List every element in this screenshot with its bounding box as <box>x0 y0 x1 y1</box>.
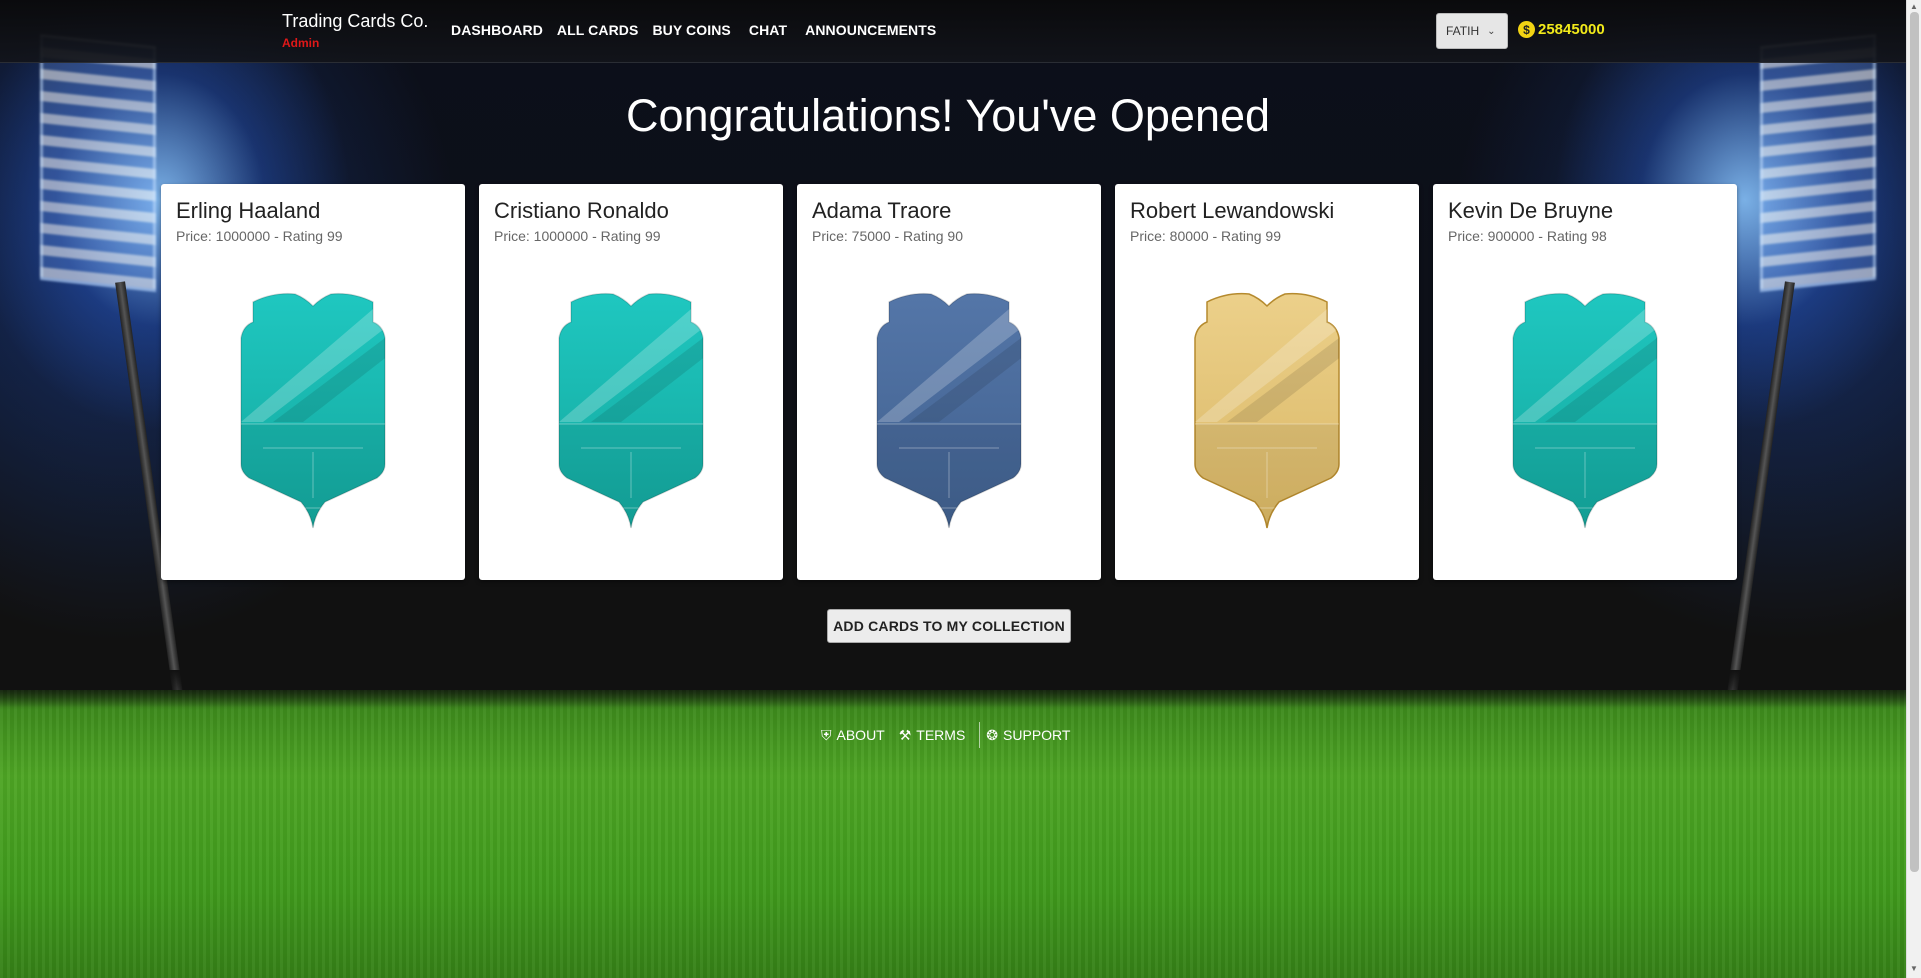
coin-balance: $ 25845000 <box>1518 21 1605 38</box>
player-price-rating: Price: 900000 - Rating 98 <box>1448 228 1607 244</box>
nav-chat[interactable]: CHAT <box>749 22 787 38</box>
player-card[interactable]: Erling Haaland Price: 1000000 - Rating 9… <box>161 184 465 580</box>
vertical-scrollbar[interactable]: ▲ ▼ <box>1906 0 1921 978</box>
gavel-icon: ⚒ <box>898 726 912 743</box>
stadium-light-right <box>1760 33 1876 293</box>
admin-badge: Admin <box>282 36 320 50</box>
page-background: Trading Cards Co. Admin DASHBOARD ALL CA… <box>0 0 1906 978</box>
nav-buy-coins[interactable]: BUY COINS <box>652 22 730 38</box>
player-card[interactable]: Kevin De Bruyne Price: 900000 - Rating 9… <box>1433 184 1737 580</box>
player-price-rating: Price: 1000000 - Rating 99 <box>494 228 661 244</box>
player-name: Robert Lewandowski <box>1130 198 1335 223</box>
page-title: Congratulations! You've Opened <box>625 90 1271 141</box>
chevron-down-icon: ⌄ <box>1487 25 1496 37</box>
nav-all-cards[interactable]: ALL CARDS <box>557 22 639 38</box>
footer-about-label: ABOUT <box>836 727 885 743</box>
scroll-down-icon[interactable]: ▼ <box>1910 964 1918 973</box>
card-art <box>558 292 704 529</box>
player-card[interactable]: Cristiano Ronaldo Price: 1000000 - Ratin… <box>479 184 783 580</box>
footer-support-label: SUPPORT <box>1003 727 1071 743</box>
add-to-collection-button[interactable]: ADD CARDS TO MY COLLECTION <box>827 609 1071 643</box>
player-price-rating: Price: 1000000 - Rating 99 <box>176 228 343 244</box>
nav-announcements[interactable]: ANNOUNCEMENTS <box>805 22 936 38</box>
user-menu-button[interactable]: FATIH ⌄ <box>1436 13 1508 49</box>
player-name: Erling Haaland <box>176 198 321 223</box>
stadium-light-left <box>40 33 156 293</box>
shield-icon: ⛨ <box>821 726 832 743</box>
player-name: Adama Traore <box>812 198 952 223</box>
card-art <box>1512 292 1658 529</box>
player-price-rating: Price: 75000 - Rating 90 <box>812 228 963 244</box>
footer-terms-link[interactable]: ⚒ TERMS <box>899 727 966 744</box>
footer-about-link[interactable]: ⛨ ABOUT <box>821 727 885 744</box>
brand-title[interactable]: Trading Cards Co. <box>282 11 428 32</box>
footer-links: ⛨ ABOUT ⚒ TERMS ❂ SUPPORT <box>821 722 1084 748</box>
card-art <box>876 292 1022 529</box>
player-card[interactable]: Robert Lewandowski Price: 80000 - Rating… <box>1115 184 1419 580</box>
footer-divider <box>979 722 981 748</box>
player-name: Kevin De Bruyne <box>1448 198 1614 223</box>
card-art <box>240 292 386 529</box>
scrollbar-thumb[interactable] <box>1910 12 1919 872</box>
player-price-rating: Price: 80000 - Rating 99 <box>1130 228 1281 244</box>
coin-amount: 25845000 <box>1538 21 1605 38</box>
card-art <box>1194 292 1340 529</box>
scroll-up-icon[interactable]: ▲ <box>1910 2 1918 11</box>
nav-links: DASHBOARD ALL CARDS BUY COINS CHAT ANNOU… <box>451 22 950 38</box>
user-name: FATIH <box>1446 24 1480 38</box>
player-name: Cristiano Ronaldo <box>494 198 669 223</box>
navbar: Trading Cards Co. Admin DASHBOARD ALL CA… <box>0 0 1906 63</box>
lifebuoy-icon: ❂ <box>986 726 999 743</box>
coin-icon: $ <box>1518 21 1535 38</box>
player-card[interactable]: Adama Traore Price: 75000 - Rating 90 <box>797 184 1101 580</box>
footer-terms-label: TERMS <box>916 727 966 743</box>
footer-support-link[interactable]: ❂ SUPPORT <box>986 727 1070 744</box>
nav-dashboard[interactable]: DASHBOARD <box>451 22 543 38</box>
